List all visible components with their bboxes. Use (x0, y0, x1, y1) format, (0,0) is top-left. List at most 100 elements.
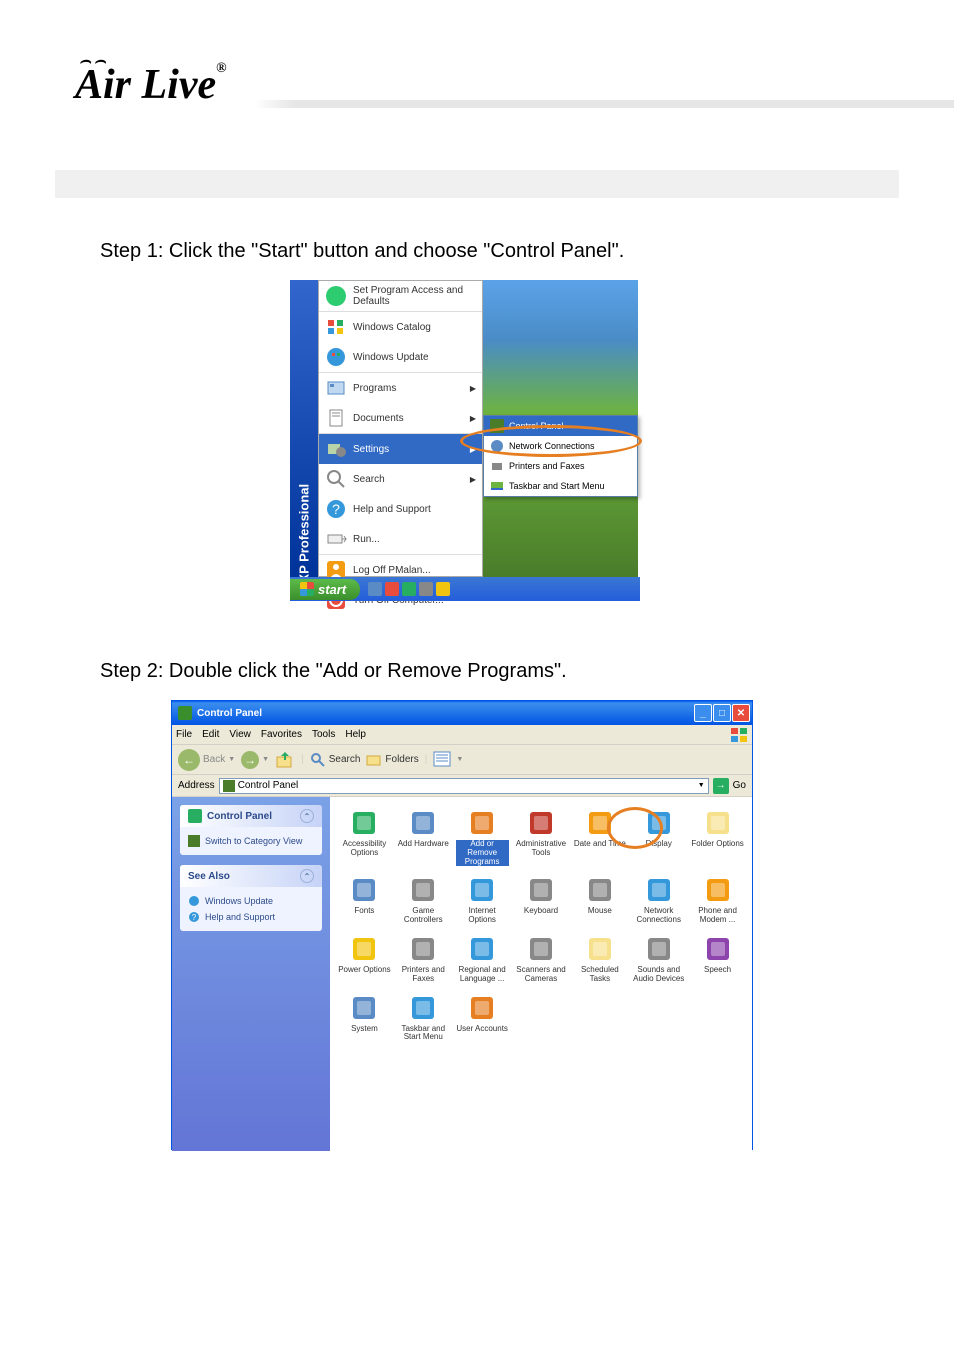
up-button[interactable] (275, 750, 295, 770)
controlpanel-icon (188, 809, 202, 823)
cp-item-user-accounts[interactable]: User Accounts (454, 992, 511, 1045)
controlpanel-icon (490, 419, 504, 433)
cp-item-administrative-tools[interactable]: Administrative Tools (513, 807, 570, 868)
minimize-button[interactable]: _ (694, 704, 712, 722)
submenu-control-panel[interactable]: Control Panel (484, 416, 637, 436)
settings-submenu: Control Panel Network Connections Printe… (483, 415, 638, 497)
forward-button[interactable]: → ▼ (241, 751, 269, 769)
start-item-programs[interactable]: Programs ▶ (319, 373, 482, 403)
menu-edit[interactable]: Edit (202, 729, 219, 740)
collapse-icon[interactable]: ⌃ (300, 809, 314, 823)
menu-favorites[interactable]: Favorites (261, 729, 302, 740)
menu-view[interactable]: View (229, 729, 251, 740)
maximize-button[interactable]: □ (713, 704, 731, 722)
network-icon (490, 439, 504, 453)
go-button[interactable]: → (713, 778, 729, 794)
folders-button[interactable]: Folders (366, 752, 418, 768)
views-button[interactable]: ▼ (433, 751, 463, 769)
decorative-band (55, 170, 899, 198)
cp-item-printers-faxes[interactable]: Printers and Faxes (395, 933, 452, 986)
tray-icon-3[interactable] (419, 582, 433, 596)
cp-item-mouse[interactable]: Mouse (571, 874, 628, 927)
submenu-printers-faxes[interactable]: Printers and Faxes (484, 456, 637, 476)
network-connections-icon (645, 876, 673, 904)
taskbar-start-menu-icon (409, 994, 437, 1022)
cp-item-phone-modem[interactable]: Phone and Modem ... (689, 874, 746, 927)
svg-text:?: ? (192, 913, 197, 922)
cp-item-regional-language[interactable]: Regional and Language ... (454, 933, 511, 986)
windows-flag-icon (730, 727, 748, 743)
search-button[interactable]: Search (310, 752, 361, 768)
cp-item-scanners-cameras[interactable]: Scanners and Cameras (513, 933, 570, 986)
cp-item-internet-options[interactable]: Internet Options (454, 874, 511, 927)
cp-item-label: Keyboard (524, 907, 558, 916)
cp-item-system[interactable]: System (336, 992, 393, 1045)
catalog-icon (325, 316, 347, 338)
folders-icon (366, 752, 382, 768)
tray-icon-1[interactable] (385, 582, 399, 596)
cp-item-scheduled-tasks[interactable]: Scheduled Tasks (571, 933, 628, 986)
cp-item-add-remove-programs[interactable]: Add or Remove Programs (454, 807, 511, 868)
cp-item-speech[interactable]: Speech (689, 933, 746, 986)
menu-file[interactable]: File (176, 729, 192, 740)
side-link-windows-update[interactable]: Windows Update (188, 893, 314, 909)
window-titlebar[interactable]: Control Panel _ □ ✕ (172, 701, 752, 725)
menu-tools[interactable]: Tools (312, 729, 335, 740)
collapse-icon[interactable]: ⌃ (300, 869, 314, 883)
cp-item-network-connections[interactable]: Network Connections (630, 874, 687, 927)
chevron-down-icon[interactable]: ▼ (698, 782, 705, 789)
start-item-set-program-access[interactable]: Set Program Access and Defaults (319, 281, 482, 312)
ie-icon[interactable] (368, 582, 382, 596)
close-button[interactable]: ✕ (732, 704, 750, 722)
start-menu-panel: Set Program Access and Defaults Windows … (318, 280, 483, 577)
search-icon (325, 468, 347, 490)
forward-arrow-icon: → (241, 751, 259, 769)
cp-item-keyboard[interactable]: Keyboard (513, 874, 570, 927)
decorative-bar (254, 100, 954, 108)
side-link-help-support[interactable]: ? Help and Support (188, 909, 314, 925)
menu-help[interactable]: Help (345, 729, 366, 740)
address-input[interactable]: Control Panel ▼ (219, 778, 709, 794)
cp-item-add-hardware[interactable]: Add Hardware (395, 807, 452, 868)
cp-item-label: Scheduled Tasks (573, 966, 626, 984)
start-item-documents[interactable]: Documents ▶ (319, 403, 482, 434)
cp-item-game-controllers[interactable]: Game Controllers (395, 874, 452, 927)
arrow-right-icon: ▶ (470, 475, 476, 484)
administrative-tools-icon (527, 809, 555, 837)
add-remove-programs-icon (468, 809, 496, 837)
cp-item-taskbar-start-menu[interactable]: Taskbar and Start Menu (395, 992, 452, 1045)
start-item-windows-catalog[interactable]: Windows Catalog (319, 312, 482, 342)
back-button[interactable]: ← Back ▼ (178, 749, 235, 771)
cp-item-date-and-time[interactable]: Date and Time (571, 807, 628, 868)
start-item-help[interactable]: ? Help and Support (319, 494, 482, 524)
cp-item-label: Add Hardware (398, 840, 449, 849)
address-label: Address (178, 780, 215, 791)
start-item-settings[interactable]: Settings ▶ (319, 434, 482, 464)
cp-item-sounds-audio[interactable]: Sounds and Audio Devices (630, 933, 687, 986)
scanners-cameras-icon (527, 935, 555, 963)
cp-item-power-options[interactable]: Power Options (336, 933, 393, 986)
start-item-run[interactable]: Run... (319, 524, 482, 555)
cp-item-label: System (351, 1025, 378, 1034)
menu-bar: File Edit View Favorites Tools Help (172, 725, 752, 745)
side-head-control-panel[interactable]: Control Panel ⌃ (180, 805, 322, 827)
start-item-windows-update[interactable]: Windows Update (319, 342, 482, 373)
submenu-network-connections[interactable]: Network Connections (484, 436, 637, 456)
switch-category-view[interactable]: Switch to Category View (188, 833, 314, 849)
power-options-icon (350, 935, 378, 963)
display-icon (645, 809, 673, 837)
cp-item-display[interactable]: Display (630, 807, 687, 868)
cp-item-label: Speech (704, 966, 731, 975)
start-item-search[interactable]: Search ▶ (319, 464, 482, 494)
tray-icon-2[interactable] (402, 582, 416, 596)
cp-item-fonts[interactable]: Fonts (336, 874, 393, 927)
arrow-right-icon: ▶ (470, 445, 476, 454)
side-head-see-also[interactable]: See Also ⌃ (180, 865, 322, 887)
tray-icon-4[interactable] (436, 582, 450, 596)
cp-item-accessibility-options[interactable]: Accessibility Options (336, 807, 393, 868)
submenu-taskbar-start[interactable]: Taskbar and Start Menu (484, 476, 637, 496)
cp-item-folder-options[interactable]: Folder Options (689, 807, 746, 868)
cp-item-label: Date and Time (574, 840, 626, 849)
cp-item-label: Sounds and Audio Devices (632, 966, 685, 984)
start-button[interactable]: start (290, 579, 360, 600)
